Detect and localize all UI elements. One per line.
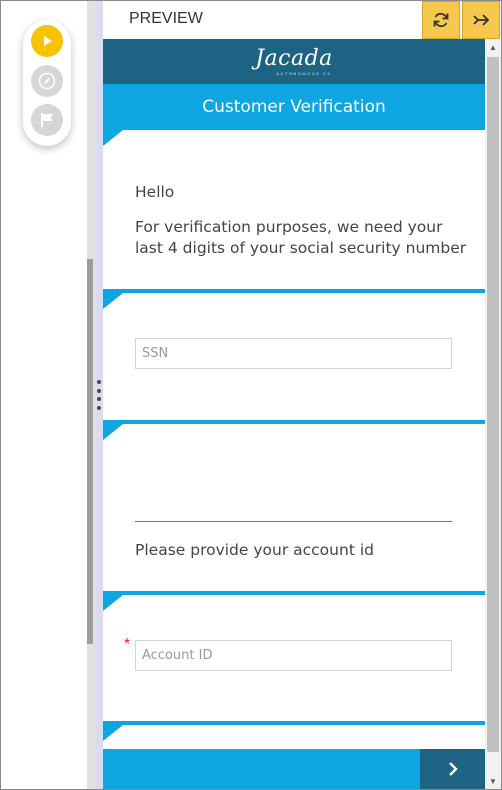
refresh-button[interactable] — [422, 1, 460, 39]
flag-button[interactable] — [31, 104, 63, 136]
resize-grip-icon[interactable] — [96, 380, 101, 410]
ssn-input[interactable]: SSN — [135, 338, 452, 369]
section-fold — [103, 725, 123, 741]
forward-button[interactable] — [462, 1, 500, 39]
content-scrollbar[interactable]: ▲ ▼ — [485, 39, 501, 789]
panel-splitter[interactable] — [87, 1, 95, 789]
flag-icon — [41, 113, 53, 127]
scroll-thumb[interactable] — [487, 57, 499, 752]
greeting-text: Hello — [135, 183, 175, 201]
brand-logo: Jacada — [255, 45, 333, 71]
message-line-1: For verification purposes, we need your — [135, 218, 443, 236]
compass-button[interactable] — [31, 65, 63, 97]
preview-title: PREVIEW — [129, 10, 203, 27]
tool-panel — [1, 1, 87, 789]
section-divider — [103, 721, 485, 725]
brand-tagline: AUTONOMOUS CX — [276, 70, 332, 76]
section-fold — [103, 424, 123, 440]
next-button[interactable] — [420, 749, 485, 789]
section-fold — [103, 595, 123, 611]
section-fold — [103, 293, 123, 309]
section-fold — [103, 130, 123, 146]
form-title: Customer Verification — [202, 97, 386, 117]
required-marker: * — [124, 636, 131, 653]
play-button[interactable] — [31, 25, 63, 57]
section-divider — [103, 591, 485, 595]
scroll-down-icon[interactable]: ▼ — [485, 773, 501, 789]
play-icon — [44, 36, 52, 46]
section-divider — [103, 420, 485, 424]
preview-header: PREVIEW — [103, 1, 501, 39]
section-divider — [103, 289, 485, 293]
form-title-bar: Customer Verification — [103, 84, 485, 130]
account-prompt: Please provide your account id — [135, 541, 374, 559]
double-arrow-right-icon — [473, 14, 490, 26]
scroll-up-icon[interactable]: ▲ — [485, 39, 501, 55]
account-id-input[interactable]: Account ID — [135, 640, 452, 671]
refresh-icon — [433, 12, 449, 28]
chat-preview: Jacada AUTONOMOUS CX Customer Verificati… — [103, 39, 485, 789]
message-line-2: last 4 digits of your social security nu… — [135, 239, 467, 257]
brand-bar: Jacada AUTONOMOUS CX — [103, 39, 485, 84]
compass-icon — [38, 72, 56, 90]
separator-line — [135, 521, 452, 522]
chevron-right-icon — [448, 762, 458, 776]
tool-pill — [23, 20, 71, 146]
splitter-scroll-thumb[interactable] — [87, 259, 93, 644]
